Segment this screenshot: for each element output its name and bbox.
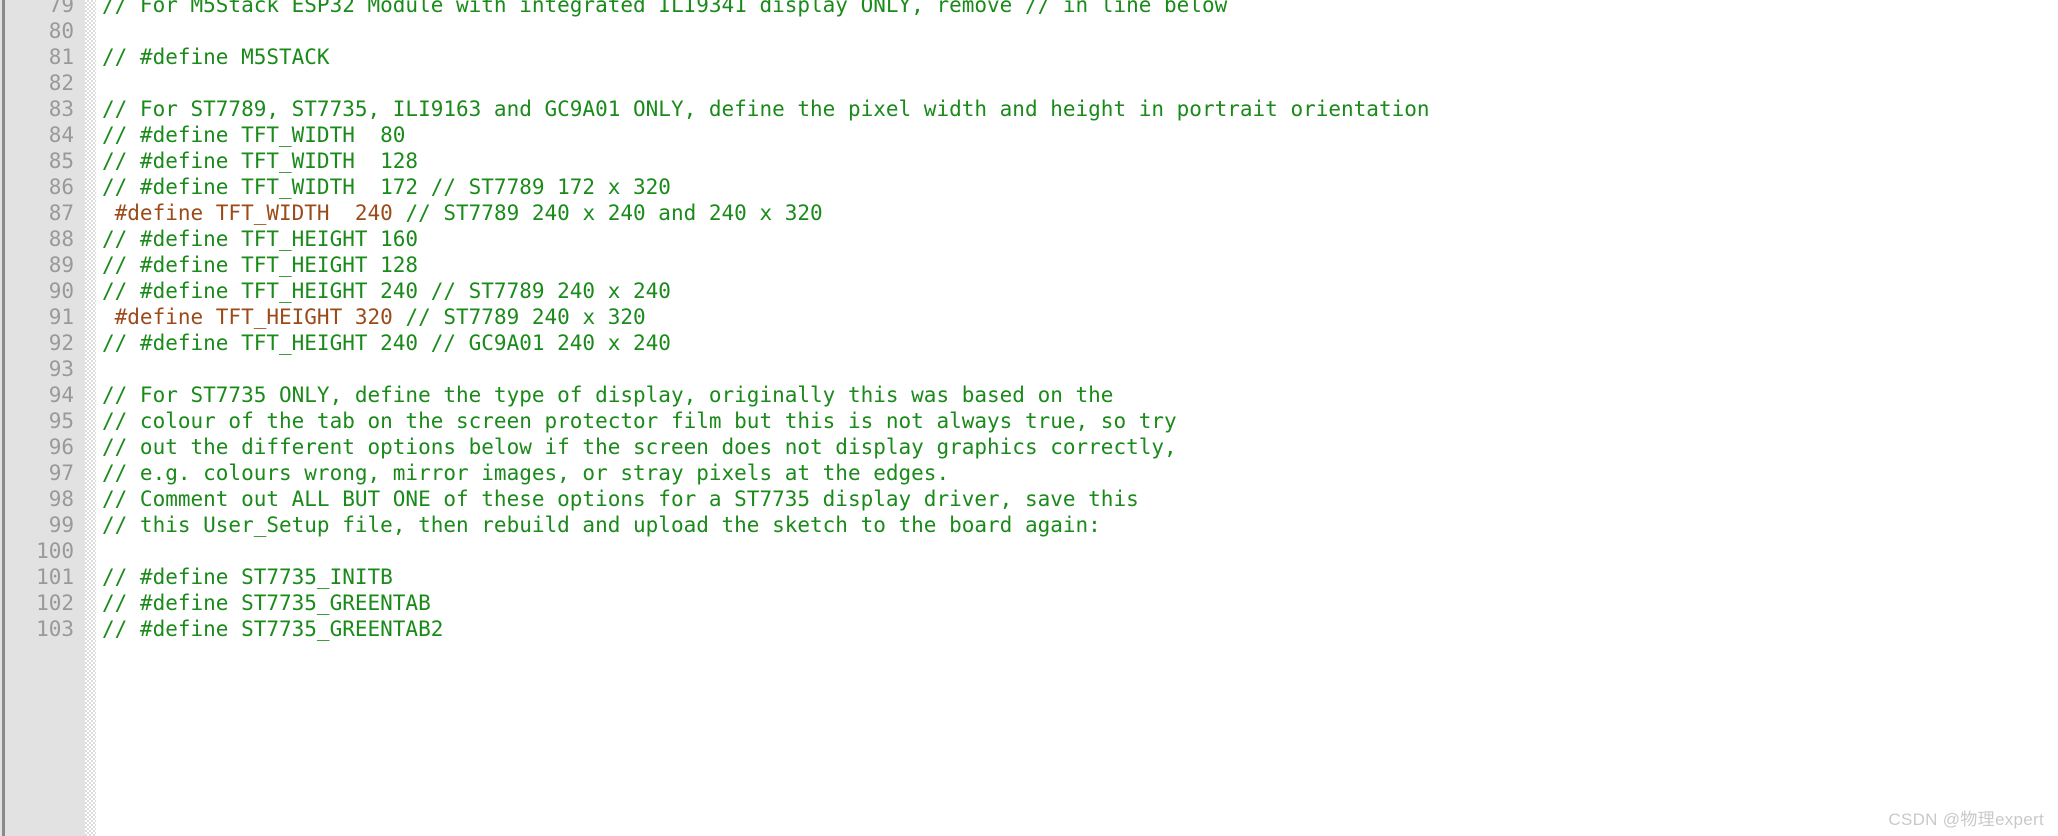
line-number[interactable]: 99: [0, 512, 85, 538]
line-number[interactable]: 85: [0, 148, 85, 174]
line-number[interactable]: 103: [0, 616, 85, 642]
code-token-comment: // #define TFT_WIDTH 172 // ST7789 172 x…: [102, 175, 671, 199]
code-content-area[interactable]: // For M5Stack ESP32 Module with integra…: [96, 0, 2058, 836]
line-number[interactable]: 90: [0, 278, 85, 304]
code-token-comment: // #define ST7735_INITB: [102, 565, 393, 589]
code-token-comment: // e.g. colours wrong, mirror images, or…: [102, 461, 950, 485]
line-number[interactable]: 92: [0, 330, 85, 356]
code-line[interactable]: // For ST7789, ST7735, ILI9163 and GC9A0…: [102, 96, 2058, 122]
code-line[interactable]: // #define ST7735_INITB: [102, 564, 2058, 590]
code-line[interactable]: // For ST7735 ONLY, define the type of d…: [102, 382, 2058, 408]
code-token-comment: // Comment out ALL BUT ONE of these opti…: [102, 487, 1139, 511]
code-token-comment: // this User_Setup file, then rebuild an…: [102, 513, 1101, 537]
code-token-preprocessor: #define TFT_WIDTH 240: [102, 201, 406, 225]
code-line[interactable]: // #define ST7735_GREENTAB: [102, 590, 2058, 616]
code-token-comment: // #define TFT_HEIGHT 240 // ST7789 240 …: [102, 279, 671, 303]
code-line[interactable]: #define TFT_HEIGHT 320 // ST7789 240 x 3…: [102, 304, 2058, 330]
line-number[interactable]: 79: [0, 0, 85, 18]
line-number[interactable]: 88: [0, 226, 85, 252]
code-token-comment: // #define TFT_HEIGHT 160: [102, 227, 419, 251]
line-number[interactable]: 96: [0, 434, 85, 460]
line-number[interactable]: 80: [0, 18, 85, 44]
code-line[interactable]: // this User_Setup file, then rebuild an…: [102, 512, 2058, 538]
csdn-watermark: CSDN @物理expert: [1888, 810, 2044, 829]
code-token-comment: // For ST7735 ONLY, define the type of d…: [102, 383, 1114, 407]
code-line[interactable]: // #define TFT_HEIGHT 160: [102, 226, 2058, 252]
line-number-gutter[interactable]: 79 80 81 82 83 84 85 86 87 88 89 90 91 92 93 94 95 96 97 98…: [0, 0, 85, 836]
code-line[interactable]: // #define ST7735_GREENTAB2: [102, 616, 2058, 642]
line-number[interactable]: 81: [0, 44, 85, 70]
editor-left-rule: [2, 0, 5, 836]
line-number[interactable]: 87: [0, 200, 85, 226]
code-line[interactable]: // #define TFT_HEIGHT 240 // GC9A01 240 …: [102, 330, 2058, 356]
line-number[interactable]: 91: [0, 304, 85, 330]
code-token-comment: // #define ST7735_GREENTAB2: [102, 617, 444, 641]
code-token-comment: // #define ST7735_GREENTAB: [102, 591, 431, 615]
code-line[interactable]: [102, 538, 2058, 564]
fold-indent-strip[interactable]: [85, 0, 96, 836]
code-token-preprocessor: #define TFT_HEIGHT 320: [102, 305, 406, 329]
code-editor[interactable]: 79 80 81 82 83 84 85 86 87 88 89 90 91 92 93 94 95 96 97 98…: [0, 0, 2058, 836]
code-token-comment: // colour of the tab on the screen prote…: [102, 409, 1177, 433]
code-token-comment: // #define TFT_WIDTH 80: [102, 123, 406, 147]
code-line[interactable]: #define TFT_WIDTH 240 // ST7789 240 x 24…: [102, 200, 2058, 226]
code-line[interactable]: // #define TFT_WIDTH 128: [102, 148, 2058, 174]
code-token-comment: // ST7789 240 x 320: [405, 305, 646, 329]
code-line[interactable]: // colour of the tab on the screen prote…: [102, 408, 2058, 434]
code-token-comment: // ST7789 240 x 240 and 240 x 320: [405, 201, 823, 225]
code-line[interactable]: // #define TFT_HEIGHT 240 // ST7789 240 …: [102, 278, 2058, 304]
code-token-comment: // #define TFT_WIDTH 128: [102, 149, 419, 173]
line-number[interactable]: 82: [0, 70, 85, 96]
code-token-comment: // #define TFT_HEIGHT 240 // GC9A01 240 …: [102, 331, 671, 355]
line-number[interactable]: 93: [0, 356, 85, 382]
line-number[interactable]: 95: [0, 408, 85, 434]
code-line[interactable]: [102, 18, 2058, 44]
code-line[interactable]: // e.g. colours wrong, mirror images, or…: [102, 460, 2058, 486]
line-number[interactable]: 84: [0, 122, 85, 148]
line-number[interactable]: 98: [0, 486, 85, 512]
code-line[interactable]: // #define TFT_WIDTH 172 // ST7789 172 x…: [102, 174, 2058, 200]
code-line[interactable]: // out the different options below if th…: [102, 434, 2058, 460]
code-line[interactable]: // For M5Stack ESP32 Module with integra…: [102, 0, 2058, 18]
line-number[interactable]: 89: [0, 252, 85, 278]
code-token-comment: // out the different options below if th…: [102, 435, 1177, 459]
code-line[interactable]: [102, 70, 2058, 96]
line-number[interactable]: 102: [0, 590, 85, 616]
line-number[interactable]: 94: [0, 382, 85, 408]
code-line[interactable]: // #define TFT_HEIGHT 128: [102, 252, 2058, 278]
code-line[interactable]: [102, 356, 2058, 382]
code-line[interactable]: // #define TFT_WIDTH 80: [102, 122, 2058, 148]
line-number[interactable]: 97: [0, 460, 85, 486]
code-line[interactable]: // #define M5STACK: [102, 44, 2058, 70]
line-number[interactable]: 86: [0, 174, 85, 200]
code-token-comment: // #define M5STACK: [102, 45, 330, 69]
code-token-comment: // For M5Stack ESP32 Module with integra…: [102, 0, 1228, 17]
code-token-comment: // For ST7789, ST7735, ILI9163 and GC9A0…: [102, 97, 1430, 121]
code-token-comment: // #define TFT_HEIGHT 128: [102, 253, 419, 277]
line-number[interactable]: 101: [0, 564, 85, 590]
line-number[interactable]: 100: [0, 538, 85, 564]
line-number[interactable]: 83: [0, 96, 85, 122]
code-line[interactable]: // Comment out ALL BUT ONE of these opti…: [102, 486, 2058, 512]
